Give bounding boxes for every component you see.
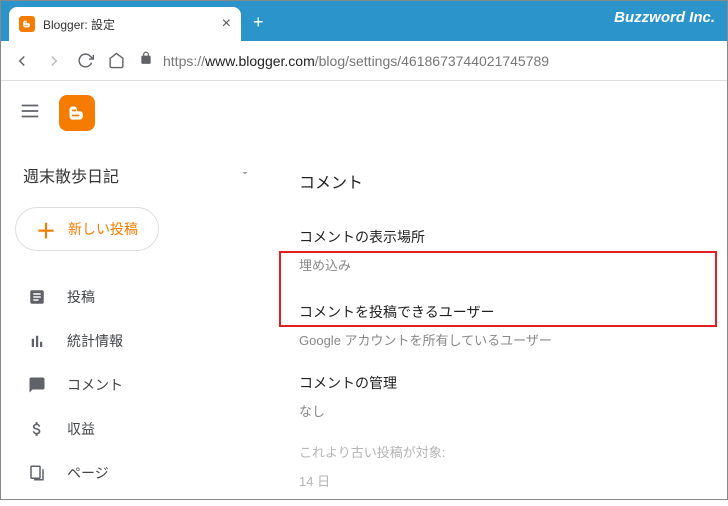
close-tab-icon[interactable]: × [222,15,231,33]
sidebar-item-posts[interactable]: 投稿 [9,275,265,319]
main-area: 週末散歩日記 ＋ 新しい投稿 投稿 統計情報 [1,145,727,501]
browser-tab[interactable]: Blogger: 設定 × [9,7,241,41]
sidebar: 週末散歩日記 ＋ 新しい投稿 投稿 統計情報 [1,145,273,501]
blogger-logo[interactable] [59,95,95,131]
chevron-down-icon [239,166,251,184]
lock-icon [139,51,153,70]
forward-button[interactable] [45,52,63,70]
reload-button[interactable] [77,52,94,69]
tab-title: Blogger: 設定 [43,16,214,33]
section-title: コメント [299,169,701,193]
sidebar-item-earnings[interactable]: 収益 [9,407,265,451]
setting-value: 14 日 [299,471,701,490]
earnings-icon [27,420,47,438]
nav-label: 収益 [67,419,95,439]
setting-value: 埋め込み [299,255,701,274]
url-path: /blog/settings/4618673744021745789 [315,53,549,69]
sidebar-item-comments[interactable]: コメント [9,363,265,407]
address-bar: https://www.blogger.com/blog/settings/46… [1,41,727,81]
app-header [1,81,727,145]
blog-selector[interactable]: 週末散歩日記 [9,153,265,205]
stats-icon [27,332,47,350]
nav-label: 投稿 [67,287,95,307]
blog-name: 週末散歩日記 [23,163,119,187]
url-text: https://www.blogger.com/blog/settings/46… [163,53,549,69]
pages-icon [27,464,47,482]
nav-label: コメント [67,375,123,395]
setting-value: なし [299,401,701,420]
nav-label: 統計情報 [67,331,123,351]
brand-label: Buzzword Inc. [614,9,715,26]
home-button[interactable] [108,52,125,69]
hamburger-menu-icon[interactable] [19,100,41,127]
url-field[interactable]: https://www.blogger.com/blog/settings/46… [139,51,715,70]
plus-icon: ＋ [36,215,56,244]
new-post-button[interactable]: ＋ 新しい投稿 [15,207,159,251]
setting-label: コメントの管理 [299,373,701,393]
setting-label: コメントの表示場所 [299,227,701,247]
comments-icon [27,376,47,394]
sidebar-item-stats[interactable]: 統計情報 [9,319,265,363]
content-panel: コメント コメントの表示場所 埋め込み コメントを投稿できるユーザー Googl… [273,145,727,501]
sidebar-item-pages[interactable]: ページ [9,451,265,495]
browser-title-bar: Blogger: 設定 × + Buzzword Inc. [1,1,727,41]
setting-older-than: これより古い投稿が対象: 14 日 [299,436,701,506]
url-host: www.blogger.com [205,53,315,69]
blogger-favicon [19,16,35,32]
nav-label: ページ [67,463,109,483]
setting-label: コメントを投稿できるユーザー [299,302,701,322]
posts-icon [27,288,47,306]
setting-who-can-comment[interactable]: コメントを投稿できるユーザー Google アカウントを所有しているユーザー [299,290,701,367]
new-tab-button[interactable]: + [253,12,264,33]
setting-comment-location[interactable]: コメントの表示場所 埋め込み [299,221,701,290]
setting-label: これより古い投稿が対象: [299,442,701,461]
back-button[interactable] [13,52,31,70]
url-prefix: https:// [163,53,205,69]
setting-comment-moderation[interactable]: コメントの管理 なし [299,367,701,436]
nav-list: 投稿 統計情報 コメント 収益 [9,275,265,495]
new-post-label: 新しい投稿 [68,219,138,239]
setting-value: Google アカウントを所有しているユーザー [299,330,701,349]
